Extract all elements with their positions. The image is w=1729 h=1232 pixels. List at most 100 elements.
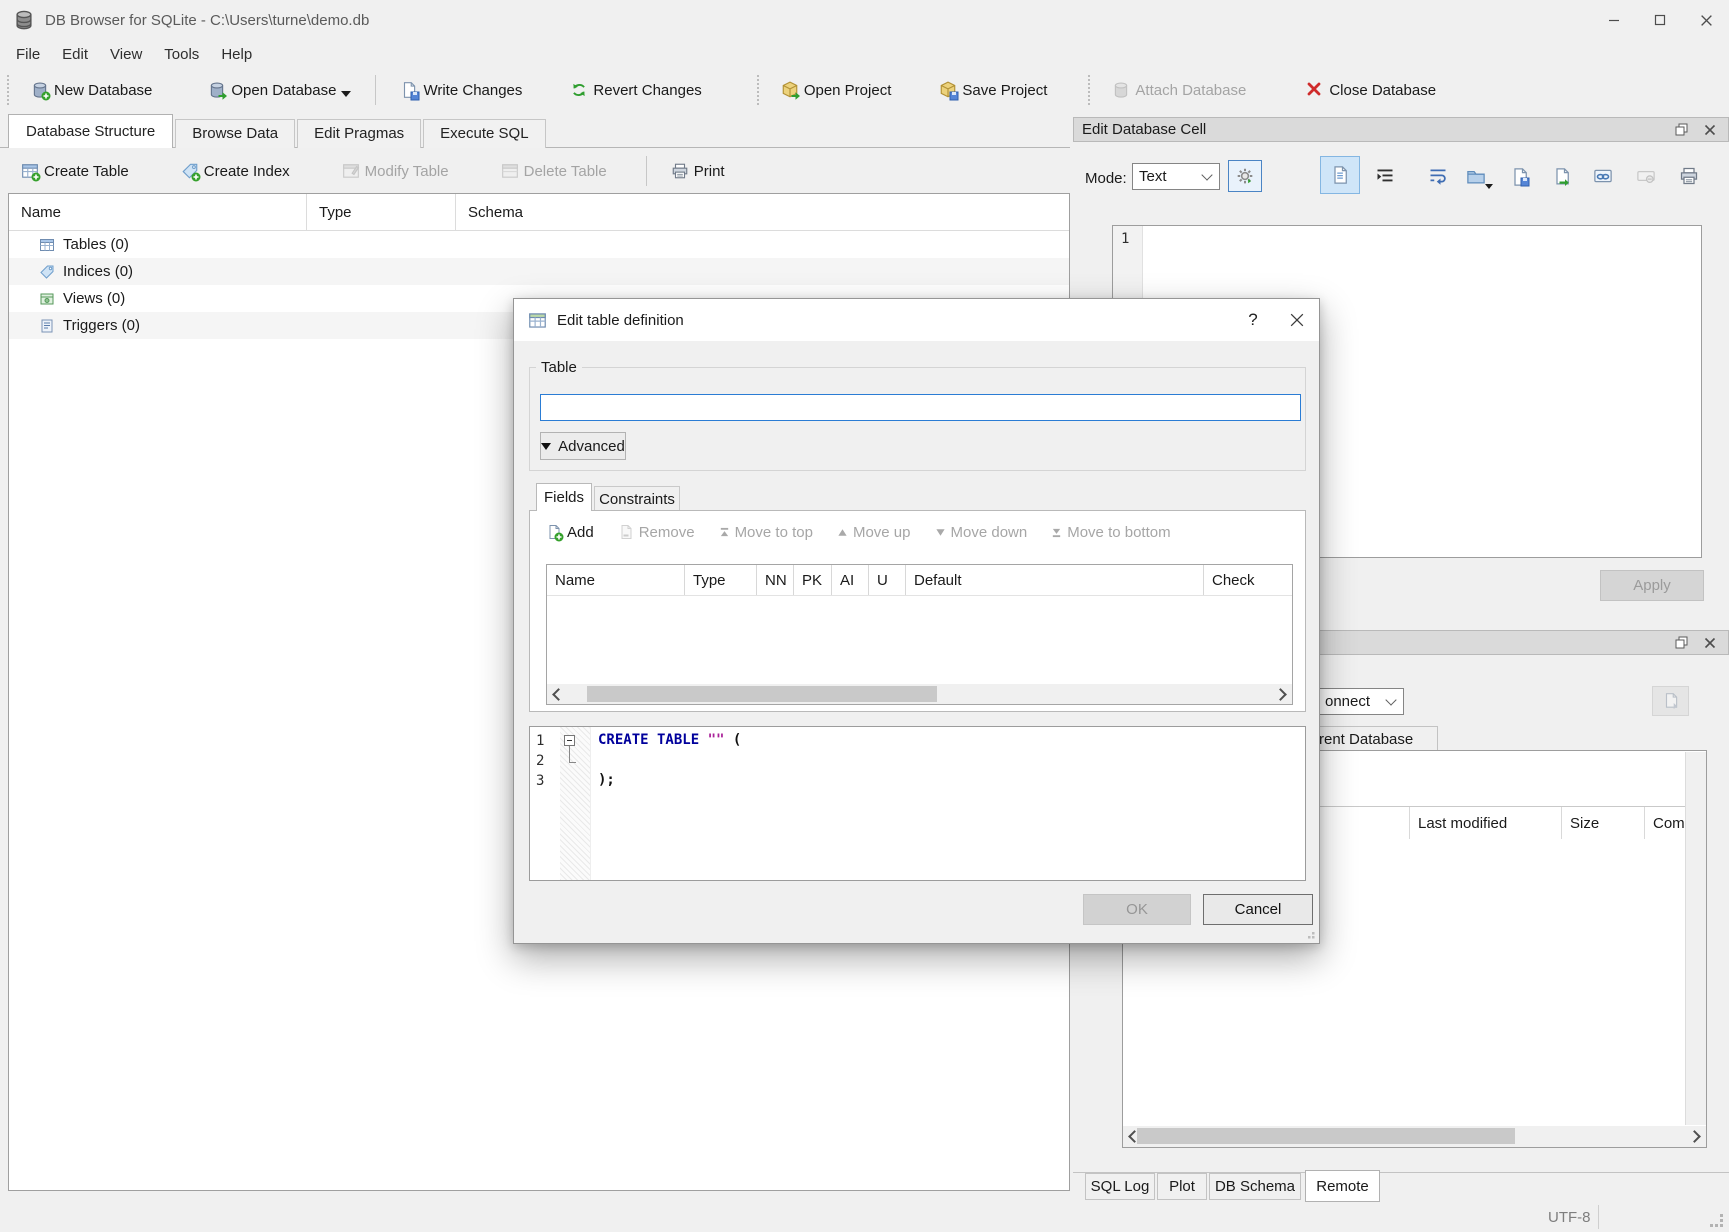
write-changes-label: Write Changes (423, 82, 522, 99)
new-database-label: New Database (54, 82, 152, 99)
tree-column-schema[interactable]: Schema (456, 194, 1069, 230)
revert-changes-label: Revert Changes (593, 82, 701, 99)
tab-current-database-label: rent Database (1319, 731, 1413, 748)
text-mode-toggle-button[interactable] (1320, 156, 1360, 194)
align-text-button[interactable] (1372, 163, 1398, 189)
write-changes-button[interactable]: Write Changes (385, 70, 537, 110)
save-project-icon (939, 81, 957, 99)
tab-plot[interactable]: Plot (1157, 1173, 1207, 1200)
mode-select[interactable]: Text (1132, 163, 1220, 190)
move-down-icon (935, 527, 946, 538)
remote-column-last-modified[interactable]: Last modified (1409, 807, 1561, 839)
scrollbar-thumb[interactable] (587, 686, 937, 702)
add-field-icon (546, 524, 562, 540)
remote-column-size[interactable]: Size (1561, 807, 1644, 839)
open-project-button[interactable]: Open Project (766, 70, 907, 110)
add-field-button[interactable]: Add (546, 524, 594, 541)
grid-column-nn[interactable]: NN (757, 565, 794, 595)
tab-fields[interactable]: Fields (536, 483, 592, 511)
toolbar-drag-handle (1088, 75, 1090, 105)
menu-view[interactable]: View (99, 43, 153, 66)
grid-column-type[interactable]: Type (685, 565, 757, 595)
close-database-button[interactable]: Close Database (1291, 70, 1451, 110)
print-cell-button[interactable] (1676, 163, 1702, 189)
grid-column-u[interactable]: U (869, 565, 906, 595)
tree-column-type[interactable]: Type (307, 194, 456, 230)
delete-table-label: Delete Table (524, 163, 607, 180)
save-project-button[interactable]: Save Project (924, 70, 1062, 110)
word-wrap-button[interactable] (1425, 163, 1451, 189)
tab-db-schema[interactable]: DB Schema (1209, 1173, 1301, 1200)
fields-grid-hscrollbar[interactable] (547, 684, 1292, 704)
open-project-icon (781, 81, 799, 99)
advanced-toggle-button[interactable]: Advanced (540, 432, 626, 460)
remove-field-button: Remove (618, 524, 695, 541)
create-index-button[interactable]: Create Index (166, 151, 305, 191)
ok-button: OK (1083, 894, 1191, 925)
clone-database-icon (1662, 692, 1680, 710)
main-tab-bar: Database Structure Browse Data Edit Prag… (8, 114, 548, 148)
dialog-close-button[interactable] (1275, 299, 1319, 341)
menubar: File Edit View Tools Help (0, 40, 263, 68)
import-cell-button[interactable] (1461, 163, 1491, 189)
menu-file[interactable]: File (5, 43, 51, 66)
open-in-browser-button[interactable] (1590, 163, 1616, 189)
tree-row-indices[interactable]: Indices (0) (9, 258, 1069, 285)
window-resize-grip[interactable] (1710, 1214, 1724, 1228)
create-table-button[interactable]: Create Table (6, 151, 144, 191)
dialog-help-button[interactable]: ? (1231, 299, 1275, 341)
print-button[interactable]: Print (656, 151, 740, 191)
grid-column-check[interactable]: Check (1204, 565, 1292, 595)
tab-constraints[interactable]: Constraints (594, 486, 680, 511)
attach-database-icon (1112, 81, 1130, 99)
scroll-right-icon[interactable] (1272, 684, 1292, 704)
tab-execute-sql[interactable]: Execute SQL (423, 119, 545, 148)
float-panel-button[interactable] (1675, 123, 1688, 136)
float-panel-button[interactable] (1675, 636, 1688, 649)
open-database-dropdown-icon[interactable] (341, 91, 351, 102)
fold-collapse-icon[interactable] (564, 735, 575, 746)
tab-current-database[interactable]: rent Database (1310, 726, 1438, 751)
scrollbar-thumb[interactable] (1137, 1128, 1515, 1144)
dialog-resize-grip[interactable] (1304, 928, 1316, 940)
close-panel-button[interactable] (1704, 637, 1716, 649)
remote-identity-select[interactable]: onnect (1318, 688, 1404, 715)
close-window-button[interactable] (1683, 0, 1729, 40)
tab-database-structure[interactable]: Database Structure (8, 114, 173, 148)
revert-changes-button[interactable]: Revert Changes (555, 70, 716, 110)
open-database-button[interactable]: Open Database (193, 70, 366, 110)
tree-row-tables[interactable]: Tables (0) (9, 231, 1069, 258)
menu-tools[interactable]: Tools (153, 43, 210, 66)
remote-list-vscrollbar[interactable] (1685, 752, 1706, 1125)
grid-column-default[interactable]: Default (906, 565, 1204, 595)
modify-table-label: Modify Table (365, 163, 449, 180)
move-up-icon (837, 527, 848, 538)
grid-column-ai[interactable]: AI (832, 565, 869, 595)
save-cell-button[interactable] (1506, 163, 1532, 189)
remote-list-hscrollbar[interactable] (1123, 1126, 1706, 1147)
menu-edit[interactable]: Edit (51, 43, 99, 66)
tab-edit-pragmas[interactable]: Edit Pragmas (297, 119, 421, 148)
auto-mode-button[interactable] (1228, 160, 1262, 192)
export-cell-button[interactable] (1548, 163, 1574, 189)
scroll-left-icon[interactable] (547, 684, 567, 704)
new-database-button[interactable]: New Database (16, 70, 167, 110)
grid-column-pk[interactable]: PK (794, 565, 832, 595)
table-group-label: Table (536, 359, 582, 376)
table-name-input[interactable] (540, 394, 1301, 421)
tab-browse-data[interactable]: Browse Data (175, 119, 295, 148)
tab-remote[interactable]: Remote (1305, 1170, 1380, 1202)
scroll-right-icon[interactable] (1686, 1126, 1706, 1147)
open-database-icon (208, 81, 226, 99)
grid-column-name[interactable]: Name (547, 565, 685, 595)
close-database-icon (1306, 81, 1324, 99)
maximize-button[interactable] (1637, 0, 1683, 40)
minimize-button[interactable] (1591, 0, 1637, 40)
close-panel-button[interactable] (1704, 124, 1716, 136)
tab-sql-log[interactable]: SQL Log (1085, 1173, 1155, 1200)
menu-help[interactable]: Help (210, 43, 263, 66)
print-label: Print (694, 163, 725, 180)
tree-column-name[interactable]: Name (9, 194, 307, 230)
sql-preview-editor[interactable]: 1 2 3 CREATE TABLE "" ( ); (529, 726, 1306, 881)
cancel-button[interactable]: Cancel (1203, 894, 1313, 925)
